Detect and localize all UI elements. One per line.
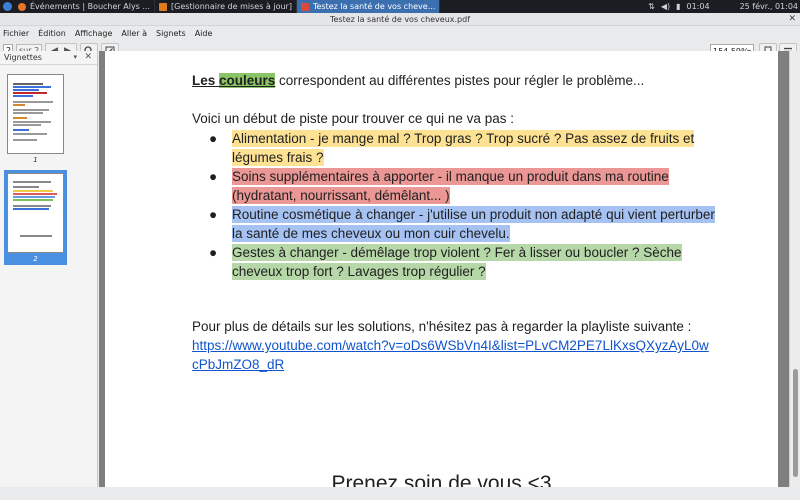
menu-edition[interactable]: Édition bbox=[38, 29, 66, 38]
bullet-icon: ● bbox=[209, 131, 218, 146]
vertical-scrollbar[interactable] bbox=[789, 51, 800, 487]
bullet-icon: ● bbox=[209, 207, 218, 222]
intro-key-highlight: couleurs bbox=[219, 73, 276, 88]
closing-line: Prenez soin de vous <3 bbox=[331, 472, 552, 487]
taskbar-task-label: [Gestionnaire de mises à jour] bbox=[171, 2, 292, 11]
close-icon[interactable]: ✕ bbox=[84, 52, 92, 62]
list-item-text: Soins supplémentaires à apporter - il ma… bbox=[232, 168, 669, 204]
taskbar-task-label: Événements | Boucher Alys ... bbox=[30, 2, 151, 11]
update-manager-icon bbox=[159, 2, 168, 11]
chevron-down-icon[interactable]: ▾ bbox=[73, 53, 77, 61]
window-titlebar[interactable]: Testez la santé de vos cheveux.pdf ✕ bbox=[0, 13, 800, 26]
details-line: Pour plus de détails sur les solutions, … bbox=[192, 319, 692, 334]
taskbar-task-label: Testez la santé de vos cheve... bbox=[312, 2, 436, 11]
taskbar-date[interactable]: 25 févr., 01:04 bbox=[740, 2, 798, 11]
list-item-text: Gestes à changer - démêlage trop violent… bbox=[232, 244, 682, 280]
intro-key-prefix: Les bbox=[192, 73, 220, 88]
system-taskbar: Événements | Boucher Alys ... [Gestionna… bbox=[0, 0, 800, 13]
start-menu-button[interactable] bbox=[0, 0, 14, 13]
firefox-icon bbox=[18, 2, 26, 11]
pdf-document-icon bbox=[300, 2, 309, 11]
bullet-icon: ● bbox=[209, 169, 218, 184]
taskbar-clock[interactable]: 01:04 bbox=[687, 2, 710, 11]
volume-icon[interactable]: ◀) bbox=[661, 2, 670, 11]
menu-aide[interactable]: Aide bbox=[195, 29, 213, 38]
taskbar-task-update-manager[interactable]: [Gestionnaire de mises à jour] bbox=[155, 0, 297, 13]
sidebar-header: Vignettes ▾ ✕ bbox=[0, 51, 97, 65]
playlist-link[interactable]: https://www.youtube.com/watch?v=oDs6WSbV… bbox=[192, 337, 712, 374]
taskbar-task-pdf-viewer[interactable]: Testez la santé de vos cheve... bbox=[296, 0, 441, 13]
page-thumbnail-image bbox=[7, 173, 64, 253]
taskbar-task-events[interactable]: Événements | Boucher Alys ... bbox=[14, 0, 156, 13]
list-item-text: Routine cosmétique à changer - j'utilise… bbox=[232, 206, 715, 242]
intro-line: Les couleurs correspondent au différente… bbox=[192, 73, 644, 88]
thumbnail-page-2[interactable]: 2 bbox=[4, 170, 67, 265]
window-title: Testez la santé de vos cheveux.pdf bbox=[329, 15, 471, 24]
thumbnail-page-1[interactable]: 1 bbox=[4, 71, 67, 166]
page-thumbnail-image bbox=[7, 74, 64, 154]
network-icon[interactable]: ⇅ bbox=[648, 2, 655, 11]
pdf-page: Les couleurs correspondent au différente… bbox=[105, 51, 778, 487]
distro-logo-icon bbox=[2, 2, 12, 11]
scrollbar-thumb[interactable] bbox=[793, 369, 798, 477]
thumbnail-page-number: 1 bbox=[33, 156, 38, 164]
lead-line: Voici un début de piste pour trouver ce … bbox=[192, 111, 514, 126]
battery-icon[interactable]: ▮ bbox=[676, 2, 680, 11]
document-view[interactable]: Les couleurs correspondent au différente… bbox=[99, 51, 789, 487]
close-icon[interactable]: ✕ bbox=[788, 13, 796, 26]
sidebar-title[interactable]: Vignettes bbox=[4, 53, 42, 62]
menubar: Fichier Édition Affichage Aller à Signet… bbox=[0, 26, 800, 40]
menu-signets[interactable]: Signets bbox=[156, 29, 186, 38]
thumbnail-page-number: 2 bbox=[33, 255, 38, 263]
bullet-icon: ● bbox=[209, 245, 218, 260]
menu-aller-a[interactable]: Aller à bbox=[121, 29, 147, 38]
thumbnail-sidebar: Vignettes ▾ ✕ 1 2 bbox=[0, 51, 98, 487]
menu-affichage[interactable]: Affichage bbox=[75, 29, 113, 38]
list-item-text: Alimentation - je mange mal ? Trop gras … bbox=[232, 130, 695, 166]
menu-fichier[interactable]: Fichier bbox=[3, 29, 29, 38]
intro-rest: correspondent au différentes pistes pour… bbox=[275, 73, 645, 88]
